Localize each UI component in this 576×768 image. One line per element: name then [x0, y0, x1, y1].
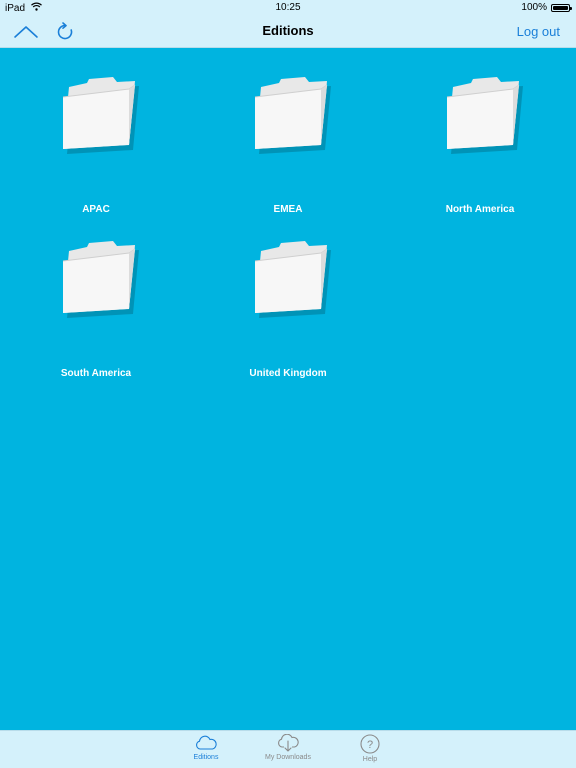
- folder-north-america[interactable]: North America: [405, 75, 555, 215]
- tab-bar: Editions My Downloads ? Help: [0, 730, 576, 768]
- status-right: 100%: [521, 2, 572, 13]
- folder-icon: [62, 241, 139, 318]
- battery-percent: 100%: [521, 2, 547, 13]
- svg-text:?: ?: [367, 739, 373, 751]
- battery-icon: [551, 3, 572, 12]
- folder-icon: [254, 241, 331, 318]
- folder-south-america[interactable]: South America: [21, 239, 171, 379]
- folder-label: EMEA: [273, 204, 303, 215]
- folder-united-kingdom[interactable]: United Kingdom: [213, 239, 363, 379]
- tab-my-downloads[interactable]: My Downloads: [248, 734, 328, 768]
- status-bar: iPad 10:25 100%: [0, 0, 576, 16]
- folder-label: South America: [60, 368, 132, 379]
- refresh-icon[interactable]: [55, 22, 75, 42]
- help-icon: ?: [360, 734, 380, 754]
- tab-label: Editions: [193, 754, 219, 761]
- battery-fill: [553, 5, 568, 10]
- logout-button[interactable]: Log out: [517, 24, 560, 39]
- tab-editions[interactable]: Editions: [166, 734, 246, 768]
- folder-icon: [254, 77, 331, 154]
- folder-label: APAC: [82, 204, 110, 215]
- folder-label: United Kingdom: [249, 368, 327, 379]
- navigation-bar: Editions Log out: [0, 16, 576, 48]
- chevron-up-icon[interactable]: [12, 22, 40, 42]
- tab-label: Help: [362, 756, 378, 763]
- page-title: Editions: [262, 23, 314, 38]
- folder-icon: [446, 77, 523, 154]
- editions-grid: APAC EMEA North America South America Un…: [0, 48, 576, 730]
- folder-icon: [62, 77, 139, 154]
- cloud-icon: [196, 735, 217, 750]
- tab-label: My Downloads: [265, 754, 311, 761]
- folder-emea[interactable]: EMEA: [213, 75, 363, 215]
- status-time: 10:25: [275, 2, 301, 13]
- folder-label: North America: [445, 204, 515, 215]
- folder-apac[interactable]: APAC: [21, 75, 171, 215]
- cloud-download-icon: [278, 734, 299, 752]
- tab-help[interactable]: ? Help: [330, 734, 410, 768]
